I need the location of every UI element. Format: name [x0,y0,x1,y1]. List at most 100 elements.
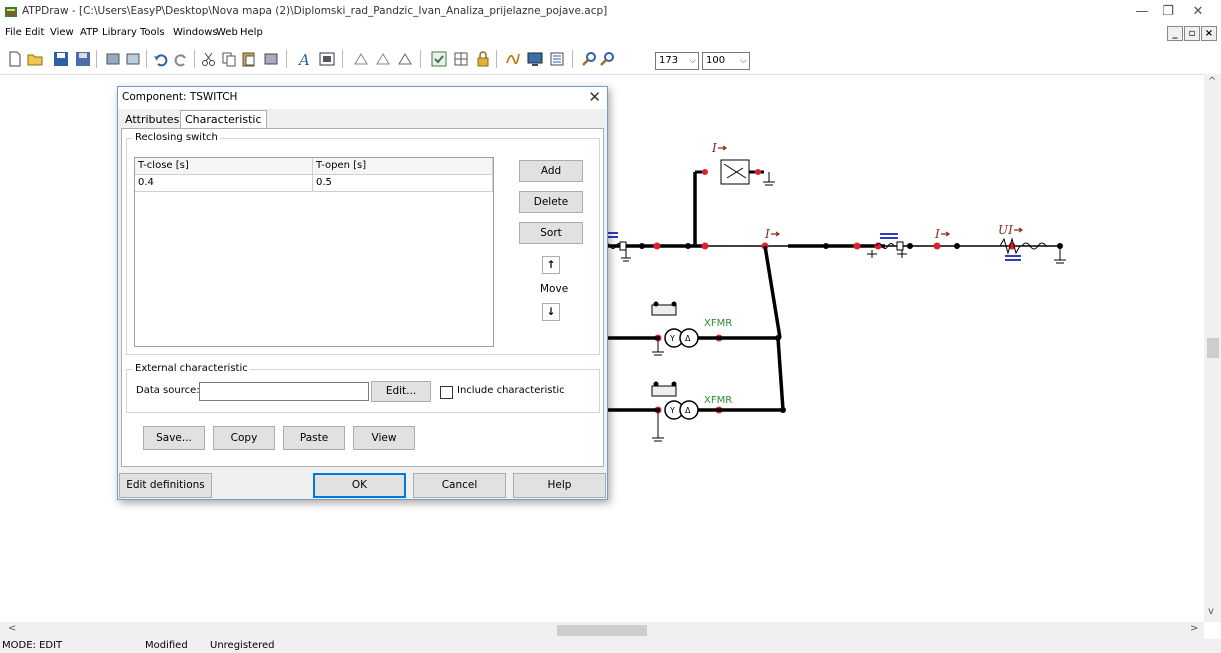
text-tool-icon[interactable]: A [296,50,314,68]
toolbar-separator [96,50,97,68]
junction-dots [639,243,1063,413]
menu-view[interactable]: View [50,27,74,38]
switch-times-grid[interactable]: T-close [s] T-open [s] 0.4 0.5 [134,157,494,347]
cell-t-open[interactable]: 0.5 [313,175,493,192]
menu-help[interactable]: Help [240,27,263,38]
new-file-icon[interactable] [6,50,24,68]
cancel-button[interactable]: Cancel [413,473,506,498]
data-source-input[interactable] [199,382,369,401]
column-header-t-open[interactable]: T-open [s] [313,158,493,175]
save-characteristic-button[interactable]: Save... [143,426,205,450]
vertical-scrollbar[interactable]: ^ v [1204,74,1221,622]
edit-source-button[interactable]: Edit... [371,381,431,402]
atpdraw-app-icon [5,7,17,17]
help-button[interactable]: Help [513,473,606,498]
cut-icon[interactable] [200,50,218,68]
zoom-out-icon[interactable] [598,50,616,68]
cell-t-close[interactable]: 0.4 [135,175,313,192]
component-dialog: Component: TSWITCH ✕ Attributes Characte… [117,86,608,500]
horizontal-scroll-thumb[interactable] [557,625,647,636]
mdi-minimize-button[interactable]: _ [1167,26,1183,41]
ok-button[interactable]: OK [313,473,406,498]
save-icon[interactable] [52,50,70,68]
tab-attributes[interactable]: Attributes [121,111,183,129]
toolbar-separator [420,50,421,68]
open-folder-icon[interactable] [26,50,44,68]
scroll-down-arrow[interactable]: v [1208,606,1214,617]
toolbar-separator [286,50,287,68]
chevron-down-icon: ⌵ [689,56,696,66]
mdi-restore-button[interactable]: ▫ [1184,26,1200,41]
delta-label: Δ [685,334,691,343]
menu-file[interactable]: File [5,27,22,38]
paste-icon[interactable] [240,50,258,68]
zoom-combo[interactable]: 173 ⌵ [655,52,699,70]
move-label: Move [540,283,569,295]
lock-icon[interactable] [474,50,492,68]
column-header-t-close[interactable]: T-close [s] [135,158,313,175]
edit-definitions-button[interactable]: Edit definitions [119,473,212,498]
export-icon[interactable] [124,50,142,68]
menu-atp[interactable]: ATP [80,27,98,38]
undo-icon[interactable] [152,50,170,68]
menu-library[interactable]: Library [102,27,137,38]
include-characteristic-checkbox[interactable] [440,386,453,399]
transformer-2[interactable]: Y Δ [600,381,783,442]
copy-icon[interactable] [220,50,238,68]
scroll-up-arrow[interactable]: ^ [1208,76,1216,87]
copy-button[interactable]: Copy [213,426,275,450]
vertical-scroll-thumb[interactable] [1207,338,1219,358]
paste-button[interactable]: Paste [283,426,345,450]
delete-button[interactable]: Delete [519,191,583,213]
sort-button[interactable]: Sort [519,222,583,244]
status-mode: MODE: EDIT [2,640,63,651]
menu-windows[interactable]: Windows [173,27,218,38]
toolbar: A [0,44,1221,74]
current-probe-label: I [764,227,770,241]
rotate-left-icon[interactable] [352,50,370,68]
transformer-1[interactable]: Y Δ [600,301,778,356]
view-button[interactable]: View [353,426,415,450]
move-down-button[interactable]: ↓ [542,303,560,321]
grid-icon[interactable] [452,50,470,68]
toolbar-separator [194,50,195,68]
mdi-close-button[interactable]: × [1201,26,1217,41]
flip-icon[interactable] [396,50,414,68]
rotate-right-icon[interactable] [374,50,392,68]
mdi-window-controls: _ ▫ × [1167,26,1217,41]
redo-icon[interactable] [172,50,190,68]
menu-edit[interactable]: Edit [25,27,44,38]
close-button[interactable]: ✕ [1178,2,1218,22]
add-button[interactable]: Add [519,160,583,182]
picture-icon[interactable] [318,50,336,68]
dialog-close-icon[interactable]: ✕ [588,88,601,106]
svg-text:A: A [297,51,310,68]
scroll-left-arrow[interactable]: < [8,623,16,634]
move-up-button[interactable]: ↑ [542,256,560,274]
zoom-step-combo[interactable]: 100 ⌵ [702,52,750,70]
import-icon[interactable] [104,50,122,68]
run-atp-icon[interactable] [430,50,448,68]
zoom-in-icon[interactable] [580,50,598,68]
transformer-1-label: XFMR [704,318,732,329]
characteristic-panel: Reclosing switch T-close [s] T-open [s] … [121,128,604,467]
title-bar: ATPDraw - [C:\Users\EasyP\Desktop\Nova m… [0,0,1221,24]
tie-line [763,245,782,339]
save-all-icon[interactable] [74,50,92,68]
toolbar-separator [342,50,343,68]
tie-line [776,337,785,411]
source-element[interactable] [999,237,1066,264]
menu-bar: File Edit View ATP Library Tools Windows… [0,24,1221,44]
menu-web[interactable]: Web [216,27,238,38]
wye-label: Y [669,406,675,415]
delta-label: Δ [685,406,691,415]
tab-characteristic[interactable]: Characteristic [180,110,267,129]
dialog-title-bar[interactable]: Component: TSWITCH ✕ [118,87,607,109]
duplicate-icon[interactable] [262,50,280,68]
plot-icon[interactable] [504,50,522,68]
scroll-right-arrow[interactable]: > [1190,623,1198,634]
menu-tools[interactable]: Tools [140,27,165,38]
horizontal-scrollbar[interactable]: < > [0,622,1204,639]
monitor-icon[interactable] [526,50,544,68]
list-icon[interactable] [548,50,566,68]
